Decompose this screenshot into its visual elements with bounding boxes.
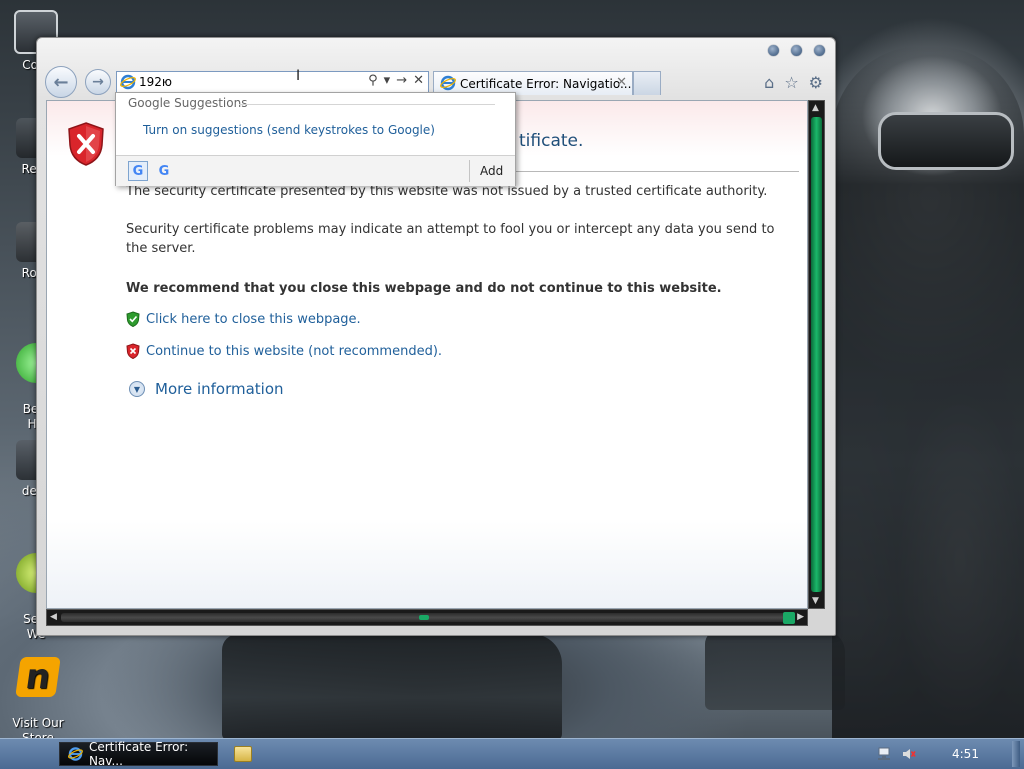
minimize-button[interactable]: [768, 45, 779, 56]
search-providers-bar: G G Add: [116, 155, 515, 186]
desktop-icon-visit-store[interactable]: n Visit Our Store: [2, 642, 74, 746]
resize-grip[interactable]: [783, 612, 795, 624]
close-page-link-label[interactable]: Click here to close this webpage.: [146, 312, 361, 327]
more-information-label: More information: [155, 380, 284, 398]
go-arrow-icon[interactable]: →: [396, 73, 407, 88]
volume-muted-icon[interactable]: [902, 747, 916, 761]
horizontal-scrollbar[interactable]: ◀ ▶: [46, 609, 808, 626]
continue-link[interactable]: Continue to this website (not recommende…: [126, 343, 442, 359]
taskbar-browser-button[interactable]: Certificate Error: Nav...: [59, 740, 218, 768]
show-desktop-button[interactable]: [1012, 741, 1020, 767]
scroll-right-icon[interactable]: ▶: [797, 612, 804, 622]
ie-logo-icon: [120, 74, 136, 90]
back-arrow-icon: ←: [53, 71, 69, 93]
green-shield-icon: [126, 311, 140, 327]
wallpaper-tank: [222, 634, 562, 740]
more-information-toggle[interactable]: ▼ More information: [129, 380, 284, 398]
tab-title: Certificate Error: Navigatio...: [460, 77, 632, 91]
scroll-down-icon[interactable]: ▼: [812, 596, 819, 606]
ie-logo-icon: [440, 75, 456, 91]
command-icons: ⌂ ☆ ⚙: [764, 73, 823, 92]
continue-link-label[interactable]: Continue to this website (not recommende…: [146, 344, 442, 359]
search-icon[interactable]: ⚲: [368, 73, 378, 88]
network-icon[interactable]: [876, 747, 892, 761]
maximize-button[interactable]: [791, 45, 802, 56]
forward-arrow-icon: →: [92, 74, 104, 90]
wallpaper-tank-2: [705, 630, 845, 710]
wallpaper-goggles: [878, 112, 1014, 170]
red-shield-icon: [126, 343, 140, 359]
vertical-scrollbar[interactable]: ▲ ▼: [808, 100, 825, 609]
scroll-up-icon[interactable]: ▲: [812, 103, 819, 113]
close-button[interactable]: [814, 45, 825, 56]
error-shield-icon: [68, 122, 104, 166]
taskbar-button-label: Certificate Error: Nav...: [88, 740, 189, 768]
back-button[interactable]: ←: [45, 66, 77, 98]
expand-arrow-icon: ▼: [129, 381, 145, 397]
ie-logo-icon: [68, 747, 83, 761]
close-page-link[interactable]: Click here to close this webpage.: [126, 311, 361, 327]
taskbar: Certificate Error: Nav... 4:51: [0, 738, 1024, 769]
stop-icon[interactable]: ✕: [413, 73, 424, 88]
window-controls: [768, 45, 825, 56]
favorites-star-icon[interactable]: ☆: [784, 73, 798, 92]
vertical-scroll-thumb[interactable]: [811, 117, 822, 592]
taskbar-clock: 4:51: [952, 747, 979, 761]
scroll-left-icon[interactable]: ◀: [50, 612, 57, 622]
address-tools: ⚲ ▾ → ✕: [368, 73, 424, 88]
address-bar[interactable]: ⚲ ▾ → ✕: [116, 71, 429, 93]
warning-text: Security certificate problems may indica…: [126, 222, 775, 256]
address-input[interactable]: [139, 73, 339, 91]
turn-on-suggestions-link[interactable]: Turn on suggestions (send keystrokes to …: [143, 123, 435, 137]
google-provider-selected[interactable]: G: [128, 161, 148, 181]
recommendation-text: We recommend that you close this webpage…: [126, 281, 722, 296]
gear-icon[interactable]: ⚙: [809, 73, 823, 92]
text-cursor-icon: I: [296, 68, 301, 84]
new-tab-button[interactable]: [633, 71, 661, 95]
forward-button[interactable]: →: [85, 69, 111, 95]
suggestions-divider: [239, 104, 495, 105]
home-icon[interactable]: ⌂: [764, 73, 774, 92]
chevron-down-icon[interactable]: ▾: [384, 73, 391, 88]
tab-close-icon[interactable]: ✕: [616, 75, 627, 90]
add-provider-button[interactable]: Add: [480, 164, 503, 178]
folder-icon[interactable]: [234, 746, 252, 762]
store-logo-icon: n: [15, 657, 61, 697]
suggestions-header: Google Suggestions: [128, 96, 248, 110]
scroll-grip: [419, 615, 429, 620]
address-suggestions-dropdown: Google Suggestions Turn on suggestions (…: [115, 92, 516, 186]
providers-separator: [469, 160, 470, 182]
google-provider[interactable]: G: [154, 161, 174, 181]
page-title: tificate.: [519, 131, 584, 151]
